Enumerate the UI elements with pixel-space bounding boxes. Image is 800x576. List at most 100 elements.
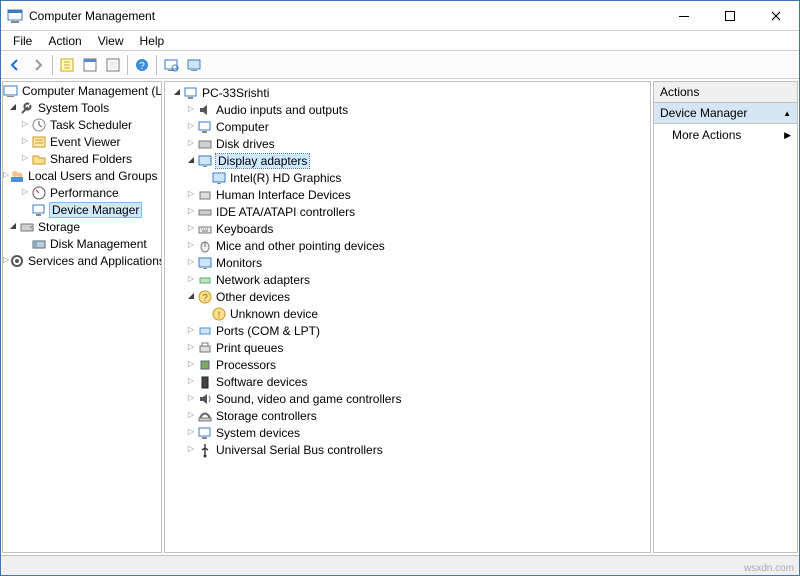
expand-icon[interactable] [185, 393, 197, 402]
tree-device-manager[interactable]: Device Manager [3, 201, 161, 218]
expand-icon[interactable] [185, 410, 197, 419]
tree-performance[interactable]: Performance [3, 184, 161, 201]
dev-display-child[interactable]: Intel(R) HD Graphics [171, 169, 650, 186]
dev-ports[interactable]: Ports (COM & LPT) [171, 322, 650, 339]
tree-system-tools[interactable]: System Tools [3, 99, 161, 116]
tree-services-apps[interactable]: Services and Applications [3, 252, 161, 269]
tree-label: Audio inputs and outputs [216, 103, 348, 117]
network-icon [197, 272, 213, 288]
tree-label: Monitors [216, 256, 262, 270]
dev-other-child[interactable]: !Unknown device [171, 305, 650, 322]
expand-icon[interactable] [19, 187, 31, 196]
expand-icon[interactable] [185, 342, 197, 351]
expand-icon[interactable] [185, 121, 197, 130]
expand-icon[interactable] [185, 240, 197, 249]
tree-label: Software devices [216, 375, 307, 389]
expand-icon[interactable] [3, 170, 9, 179]
menu-help[interactable]: Help [132, 32, 173, 50]
dev-monitors[interactable]: Monitors [171, 254, 650, 271]
dev-computer[interactable]: Computer [171, 118, 650, 135]
tree-local-users[interactable]: Local Users and Groups [3, 167, 161, 184]
tree-root-compmgmt[interactable]: Computer Management (Local [3, 82, 161, 99]
dev-network[interactable]: Network adapters [171, 271, 650, 288]
statusbar [1, 555, 799, 575]
expand-icon[interactable] [7, 221, 19, 230]
ports-icon [197, 323, 213, 339]
dev-audio[interactable]: Audio inputs and outputs [171, 101, 650, 118]
tree-storage[interactable]: Storage [3, 218, 161, 235]
storage-icon [19, 219, 35, 235]
actions-group[interactable]: Device Manager ▲ [654, 103, 797, 124]
expand-icon[interactable] [19, 136, 31, 145]
expand-icon[interactable] [185, 104, 197, 113]
expand-icon[interactable] [185, 138, 197, 147]
close-button[interactable] [753, 1, 799, 31]
tree-label: Other devices [216, 290, 290, 304]
menu-view[interactable]: View [90, 32, 132, 50]
dev-proc[interactable]: Processors [171, 356, 650, 373]
expand-icon[interactable] [3, 255, 9, 264]
menu-action[interactable]: Action [40, 32, 89, 50]
dev-other[interactable]: ?Other devices [171, 288, 650, 305]
expand-icon[interactable] [185, 427, 197, 436]
expand-icon[interactable] [185, 257, 197, 266]
expand-icon[interactable] [185, 325, 197, 334]
expand-icon[interactable] [185, 189, 197, 198]
properties-button[interactable] [79, 54, 101, 76]
dev-keyboards[interactable]: Keyboards [171, 220, 650, 237]
expand-icon[interactable] [185, 444, 197, 453]
device-tree-pane[interactable]: PC-33Srishti Audio inputs and outputs Co… [164, 81, 651, 553]
users-icon [9, 168, 25, 184]
dev-usb[interactable]: Universal Serial Bus controllers [171, 441, 650, 458]
tree-task-scheduler[interactable]: Task Scheduler [3, 116, 161, 133]
console-tree-pane[interactable]: Computer Management (Local System Tools … [2, 81, 162, 553]
mouse-icon [197, 238, 213, 254]
expand-icon[interactable] [185, 206, 197, 215]
dev-ide[interactable]: IDE ATA/ATAPI controllers [171, 203, 650, 220]
minimize-button[interactable] [661, 1, 707, 31]
help-button[interactable]: ? [131, 54, 153, 76]
other-devices-icon: ? [197, 289, 213, 305]
expand-icon[interactable] [19, 119, 31, 128]
dev-sysdev[interactable]: System devices [171, 424, 650, 441]
dev-storage[interactable]: Storage controllers [171, 407, 650, 424]
svg-text:?: ? [139, 61, 145, 72]
tree-label: Keyboards [216, 222, 273, 236]
dev-sound[interactable]: Sound, video and game controllers [171, 390, 650, 407]
expand-icon[interactable] [19, 153, 31, 162]
dev-printq[interactable]: Print queues [171, 339, 650, 356]
expand-icon[interactable] [171, 87, 183, 96]
tree-label: Disk drives [216, 137, 275, 151]
dev-hid[interactable]: Human Interface Devices [171, 186, 650, 203]
expand-icon[interactable] [185, 291, 197, 300]
maximize-button[interactable] [707, 1, 753, 31]
back-button[interactable] [4, 54, 26, 76]
svg-text:!: ! [218, 310, 221, 320]
show-hide-tree-button[interactable] [56, 54, 78, 76]
tree-shared-folders[interactable]: Shared Folders [3, 150, 161, 167]
chevron-right-icon: ▶ [784, 130, 791, 141]
menu-file[interactable]: File [5, 32, 40, 50]
forward-button[interactable] [27, 54, 49, 76]
expand-icon[interactable] [185, 155, 197, 164]
actions-more[interactable]: More Actions ▶ [654, 124, 797, 146]
dev-softdev[interactable]: Software devices [171, 373, 650, 390]
expand-icon[interactable] [185, 359, 197, 368]
dev-display[interactable]: Display adapters [171, 152, 650, 169]
display-adapter-icon [197, 153, 213, 169]
scan-button[interactable] [160, 54, 182, 76]
tree-disk-mgmt[interactable]: Disk Management [3, 235, 161, 252]
expand-icon[interactable] [7, 102, 19, 111]
tree-event-viewer[interactable]: Event Viewer [3, 133, 161, 150]
refresh-button[interactable] [102, 54, 124, 76]
expand-icon[interactable] [185, 223, 197, 232]
expand-icon[interactable] [185, 274, 197, 283]
tree-label: Disk Management [50, 237, 147, 251]
dev-root[interactable]: PC-33Srishti [171, 84, 650, 101]
device-view-button[interactable] [183, 54, 205, 76]
dev-mice[interactable]: Mice and other pointing devices [171, 237, 650, 254]
expand-icon[interactable] [185, 376, 197, 385]
dev-disk[interactable]: Disk drives [171, 135, 650, 152]
software-devices-icon [197, 374, 213, 390]
tree-label: Computer [216, 120, 269, 134]
